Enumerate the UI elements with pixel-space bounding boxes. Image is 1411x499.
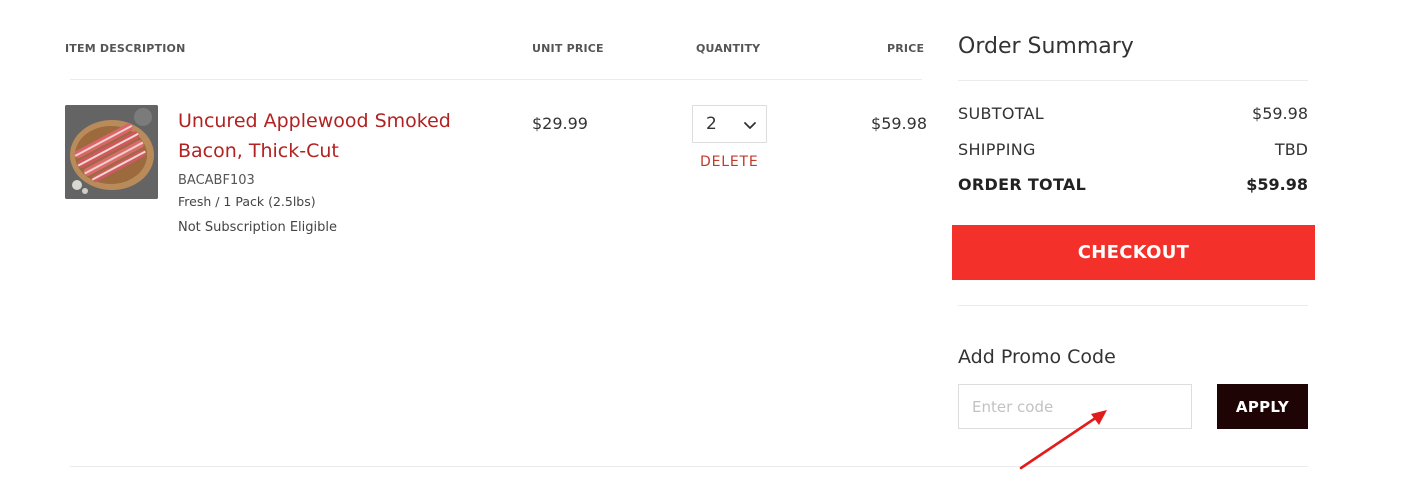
bottom-divider: [70, 466, 1308, 467]
quantity-value: 2: [706, 114, 717, 134]
shipping-label: SHIPPING: [958, 140, 1036, 159]
header-price: PRICE: [887, 42, 925, 55]
order-summary-title: Order Summary: [958, 34, 1134, 59]
summary-divider: [958, 80, 1308, 81]
subtotal-label: SUBTOTAL: [958, 104, 1045, 123]
product-name-link[interactable]: Uncured Applewood Smoked Bacon, Thick-Cu…: [178, 106, 498, 166]
arrow-annotation-icon: [1019, 410, 1107, 470]
header-unit-price: UNIT PRICE: [532, 42, 604, 55]
product-thumbnail[interactable]: [65, 105, 158, 199]
checkout-button[interactable]: CHECKOUT: [952, 225, 1315, 280]
delete-item-link[interactable]: DELETE: [700, 154, 758, 170]
shipping-value: TBD: [1274, 140, 1308, 159]
header-item-description: ITEM DESCRIPTION: [65, 42, 186, 55]
subscription-eligibility: Not Subscription Eligible: [178, 220, 337, 235]
unit-price-value: $29.99: [532, 114, 588, 133]
chevron-down-icon: [743, 117, 757, 136]
product-variant: Fresh / 1 Pack (2.5lbs): [178, 194, 316, 209]
header-divider: [70, 79, 922, 80]
bacon-image-icon: [65, 105, 158, 199]
subtotal-value: $59.98: [1252, 104, 1308, 123]
quantity-select[interactable]: 2: [692, 105, 767, 143]
summary-divider-lower: [958, 305, 1308, 306]
promo-code-title: Add Promo Code: [958, 346, 1116, 368]
order-total-label: ORDER TOTAL: [958, 175, 1087, 194]
product-sku: BACABF103: [178, 173, 255, 188]
order-total-value: $59.98: [1246, 175, 1308, 194]
line-price-value: $59.98: [871, 114, 927, 133]
apply-promo-button[interactable]: APPLY: [1217, 384, 1308, 429]
header-quantity: QUANTITY: [696, 42, 761, 55]
